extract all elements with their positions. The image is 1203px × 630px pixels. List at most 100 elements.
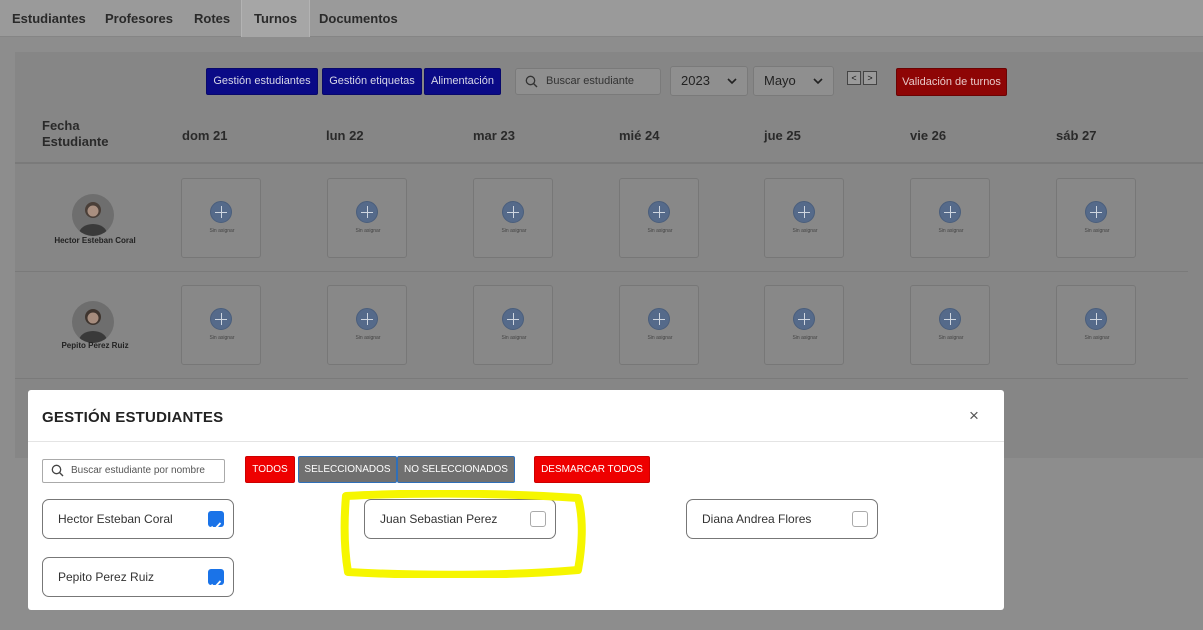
search-icon: [51, 464, 64, 477]
student-name: Hector Esteban Coral: [54, 236, 136, 245]
modal-title: GESTIÓN ESTUDIANTES: [42, 409, 224, 426]
student-row: Pepito Perez Ruiz Sin asignar Sin asigna…: [15, 273, 1188, 379]
shift-slot[interactable]: Sin asignar: [764, 178, 844, 258]
shift-slot[interactable]: Sin asignar: [327, 178, 407, 258]
month-select[interactable]: Mayo: [753, 66, 834, 96]
header-estudiante: Estudiante: [42, 134, 109, 149]
slot-status: Sin asignar: [647, 228, 673, 234]
student-card-name: Pepito Perez Ruiz: [58, 570, 155, 584]
slot-status: Sin asignar: [355, 335, 381, 341]
slot-status: Sin asignar: [209, 228, 235, 234]
toolbar: Gestión estudiantes Gestión etiquetas Al…: [15, 52, 1203, 104]
tab-turnos[interactable]: Turnos: [241, 0, 311, 37]
slot-status: Sin asignar: [501, 228, 527, 234]
add-circle-icon: [502, 201, 524, 223]
slot-status: Sin asignar: [355, 228, 381, 234]
filter-todos-button[interactable]: TODOS: [245, 456, 295, 483]
gestion-estudiantes-button[interactable]: Gestión estudiantes: [206, 68, 318, 95]
checkmark-icon: [210, 580, 222, 589]
year-value: 2023: [681, 73, 710, 88]
shift-slot[interactable]: Sin asignar: [181, 285, 261, 365]
shift-slot[interactable]: Sin asignar: [1056, 178, 1136, 258]
add-circle-icon: [939, 201, 961, 223]
tab-estudiantes[interactable]: Estudiantes: [12, 0, 86, 37]
top-tabs: Estudiantes Profesores Rotes Turnos Docu…: [0, 0, 1203, 37]
filter-no-seleccionados-button[interactable]: NO SELECCIONADOS: [397, 456, 515, 483]
slot-status: Sin asignar: [501, 335, 527, 341]
person-icon: [79, 202, 107, 236]
day-header: lun 22: [326, 128, 364, 143]
modal-divider: [28, 441, 1004, 442]
close-icon[interactable]: ×: [969, 406, 979, 426]
validacion-turnos-button[interactable]: Validación de turnos: [896, 68, 1007, 96]
shift-slot[interactable]: Sin asignar: [181, 178, 261, 258]
month-value: Mayo: [764, 73, 796, 88]
schedule-header: Fecha Estudiante dom 21 lun 22 mar 23 mi…: [15, 104, 1203, 164]
filter-seleccionados-button[interactable]: SELECCIONADOS: [298, 456, 397, 483]
add-circle-icon: [356, 308, 378, 330]
add-circle-icon: [210, 308, 232, 330]
add-circle-icon: [1085, 308, 1107, 330]
day-header: vie 26: [910, 128, 947, 143]
day-header: sáb 27: [1056, 128, 1097, 143]
checkbox-unchecked[interactable]: [852, 511, 868, 527]
slot-status: Sin asignar: [1084, 228, 1110, 234]
year-select[interactable]: 2023: [670, 66, 748, 96]
add-circle-icon: [648, 308, 670, 330]
student-card[interactable]: Hector Esteban Coral: [42, 499, 234, 539]
student-row: Hector Esteban Coral Sin asignar Sin asi…: [15, 166, 1188, 272]
next-week-button[interactable]: >: [863, 71, 877, 85]
student-card-name: Diana Andrea Flores: [702, 512, 812, 526]
day-header: mié 24: [619, 128, 660, 143]
shift-slot[interactable]: Sin asignar: [619, 285, 699, 365]
checkbox-checked[interactable]: [208, 511, 224, 531]
shift-slot[interactable]: Sin asignar: [910, 285, 990, 365]
gestion-estudiantes-modal: GESTIÓN ESTUDIANTES × Buscar estudiante …: [28, 390, 1004, 610]
student-name-search-input[interactable]: Buscar estudiante por nombre: [42, 459, 225, 483]
checkbox-checked[interactable]: [208, 569, 224, 589]
add-circle-icon: [356, 201, 378, 223]
student-card-name: Juan Sebastian Perez: [380, 512, 498, 526]
add-circle-icon: [502, 308, 524, 330]
slot-status: Sin asignar: [938, 335, 964, 341]
slot-status: Sin asignar: [938, 228, 964, 234]
slot-status: Sin asignar: [792, 335, 818, 341]
shift-slot[interactable]: Sin asignar: [327, 285, 407, 365]
search-student-input[interactable]: Buscar estudiante: [515, 68, 661, 95]
student-name: Pepito Perez Ruiz: [61, 341, 129, 350]
search-placeholder: Buscar estudiante: [546, 75, 635, 87]
student-card[interactable]: Diana Andrea Flores: [686, 499, 878, 539]
checkbox-unchecked[interactable]: [530, 511, 546, 527]
gestion-etiquetas-button[interactable]: Gestión etiquetas: [322, 68, 422, 95]
alimentacion-button[interactable]: Alimentación: [424, 68, 501, 95]
slot-status: Sin asignar: [792, 228, 818, 234]
shift-slot[interactable]: Sin asignar: [764, 285, 844, 365]
student-card[interactable]: Pepito Perez Ruiz: [42, 557, 234, 597]
add-circle-icon: [1085, 201, 1107, 223]
person-icon: [79, 309, 107, 343]
add-circle-icon: [939, 308, 961, 330]
tab-profesores[interactable]: Profesores: [105, 0, 173, 37]
student-card[interactable]: Juan Sebastian Perez: [364, 499, 556, 539]
slot-status: Sin asignar: [647, 335, 673, 341]
avatar: [72, 301, 114, 343]
add-circle-icon: [648, 201, 670, 223]
tab-documentos[interactable]: Documentos: [319, 0, 398, 37]
shift-slot[interactable]: Sin asignar: [910, 178, 990, 258]
add-circle-icon: [210, 201, 232, 223]
shift-slot[interactable]: Sin asignar: [473, 285, 553, 365]
chevron-down-icon: [813, 78, 823, 85]
prev-week-button[interactable]: <: [847, 71, 861, 85]
student-card-name: Hector Esteban Coral: [58, 512, 173, 526]
add-circle-icon: [793, 201, 815, 223]
chevron-down-icon: [727, 78, 737, 85]
desmarcar-todos-button[interactable]: DESMARCAR TODOS: [534, 456, 650, 483]
checkmark-icon: [210, 522, 222, 531]
header-fecha-estudiante: Fecha Estudiante: [42, 118, 108, 150]
day-header: dom 21: [182, 128, 228, 143]
shift-slot[interactable]: Sin asignar: [619, 178, 699, 258]
shift-slot[interactable]: Sin asignar: [1056, 285, 1136, 365]
tab-rotes[interactable]: Rotes: [194, 0, 230, 37]
shift-slot[interactable]: Sin asignar: [473, 178, 553, 258]
search-placeholder: Buscar estudiante por nombre: [71, 465, 205, 476]
